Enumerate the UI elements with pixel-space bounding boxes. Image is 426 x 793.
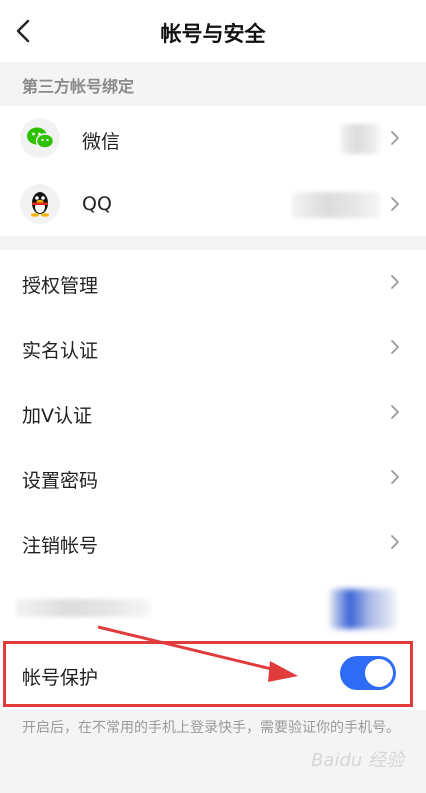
blurred-account-name	[340, 124, 380, 154]
wechat-icon	[20, 118, 60, 158]
menu-item-v-verification[interactable]: 加V认证	[0, 380, 426, 445]
bind-row-qq[interactable]: QQ	[0, 172, 426, 236]
bind-label-qq: QQ	[82, 193, 112, 215]
menu-item-cancel-account[interactable]: 注销帐号	[0, 510, 426, 575]
menu-item-blurred[interactable]	[0, 575, 426, 640]
protection-hint-text: 开启后，在不常用的手机上登录快手，需要验证你的手机号。	[22, 720, 400, 736]
account-protection-toggle[interactable]	[340, 656, 396, 690]
section-title: 第三方帐号绑定	[22, 77, 135, 96]
bind-label-wechat: 微信	[82, 131, 121, 153]
menu-item-label: 设置密码	[22, 470, 99, 492]
chevron-right-icon	[391, 470, 399, 484]
menu-item-label: 加V认证	[22, 405, 92, 427]
menu-item-label: 实名认证	[22, 340, 99, 362]
chevron-right-icon	[391, 197, 399, 211]
section-header-third-party: 第三方帐号绑定	[0, 62, 426, 106]
chevron-right-icon	[391, 275, 399, 289]
menu-item-authorization[interactable]: 授权管理	[0, 250, 426, 315]
menu-item-real-name[interactable]: 实名认证	[0, 315, 426, 380]
blurred-value	[330, 589, 396, 629]
app-header: 帐号与安全	[0, 0, 426, 63]
section-divider	[0, 236, 426, 250]
chevron-right-icon	[391, 340, 399, 354]
chevron-right-icon	[391, 535, 399, 549]
chevron-right-icon	[391, 131, 399, 145]
toggle-knob	[365, 659, 393, 687]
watermark-text: Baidu 经验	[311, 750, 404, 771]
menu-item-set-password[interactable]: 设置密码	[0, 445, 426, 510]
menu-item-label: 授权管理	[22, 275, 99, 297]
menu-item-label: 注销帐号	[22, 535, 99, 557]
qq-penguin-icon	[20, 184, 60, 224]
blurred-account-name	[292, 192, 380, 218]
bind-row-wechat[interactable]: 微信	[0, 106, 426, 170]
blurred-label	[16, 599, 150, 617]
chevron-right-icon	[391, 405, 399, 419]
page-title: 帐号与安全	[160, 22, 266, 46]
